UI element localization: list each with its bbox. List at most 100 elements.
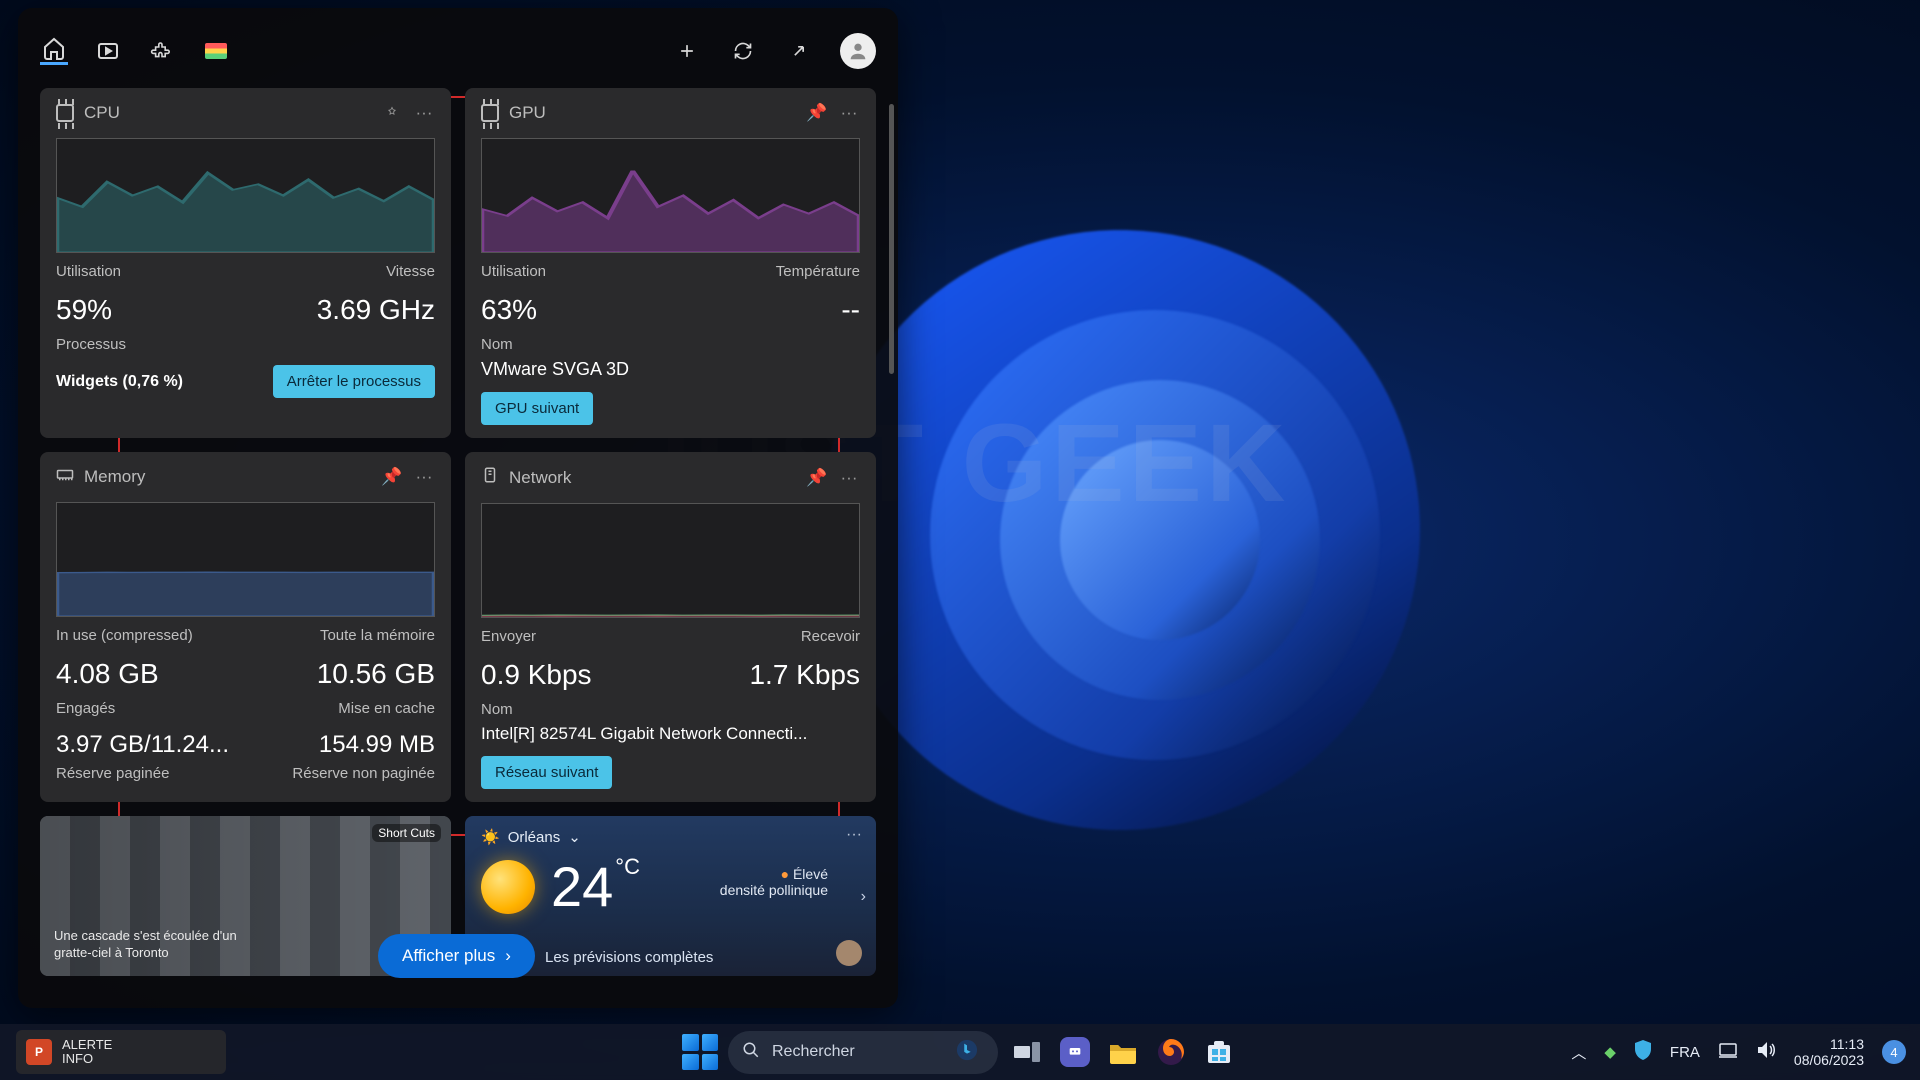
mem-total-value: 10.56 GB	[317, 658, 435, 690]
weather-location: Orléans	[508, 829, 561, 846]
pin-button[interactable]	[381, 102, 403, 124]
expand-button[interactable]	[784, 36, 814, 66]
chat-button[interactable]	[1056, 1033, 1094, 1071]
mem-nonpaged-label: Réserve non paginée	[292, 765, 435, 782]
weather-unit: °C	[615, 854, 640, 879]
pin-button[interactable]: 📌	[806, 102, 828, 124]
powerpoint-icon: P	[26, 1039, 52, 1065]
gpu-name-value: VMware SVGA 3D	[481, 359, 860, 380]
net-recv-value: 1.7 Kbps	[749, 659, 860, 691]
weather-icon: ☀️	[481, 828, 500, 846]
more-button[interactable]: ···	[838, 467, 860, 489]
cpu-util-value: 59%	[56, 294, 112, 326]
chevron-right-icon[interactable]: ›	[861, 888, 866, 906]
file-explorer-button[interactable]	[1104, 1033, 1142, 1071]
next-network-button[interactable]: Réseau suivant	[481, 756, 612, 789]
mem-paged-label: Réserve paginée	[56, 765, 169, 782]
more-button[interactable]: ···	[838, 102, 860, 124]
gpu-util-label: Utilisation	[481, 263, 546, 280]
news-headline: Une cascade s'est écoulée d'un gratte-ci…	[54, 927, 274, 962]
pin-button[interactable]: 📌	[806, 467, 828, 489]
mem-cache-label: Mise en cache	[338, 700, 435, 717]
net-name-label: Nom	[481, 701, 513, 718]
add-widget-button[interactable]	[672, 36, 702, 66]
start-button[interactable]	[682, 1034, 718, 1070]
tray-chevron-icon[interactable]: ︿	[1571, 1042, 1586, 1063]
cpu-title: CPU	[84, 103, 371, 123]
pin-button[interactable]: 📌	[381, 466, 403, 488]
news-badge-title: ALERTE	[62, 1038, 112, 1052]
color-icon[interactable]	[202, 37, 230, 65]
mem-inuse-value: 4.08 GB	[56, 658, 159, 690]
widgets-panel: CPU ··· UtilisationVitesse 59%3.69 GHz P…	[18, 8, 898, 1008]
net-recv-label: Recevoir	[801, 628, 860, 645]
memory-title: Memory	[84, 467, 371, 487]
microsoft-store-button[interactable]	[1200, 1033, 1238, 1071]
network-chart	[481, 503, 860, 618]
puzzle-icon[interactable]	[148, 37, 176, 65]
bing-icon[interactable]	[956, 1039, 978, 1066]
security-icon[interactable]	[1634, 1040, 1652, 1064]
network-tray-icon[interactable]	[1718, 1042, 1738, 1062]
news-badge-sub: INFO	[62, 1052, 112, 1066]
cpu-top-process: Widgets (0,76 %)	[56, 373, 183, 391]
weather-alert-level: Élevé	[793, 866, 828, 882]
chevron-right-icon: ›	[505, 946, 511, 966]
more-button[interactable]: ···	[413, 466, 435, 488]
taskbar-clock[interactable]: 11:13 08/06/2023	[1794, 1036, 1864, 1068]
sun-icon	[481, 860, 535, 914]
mem-cache-value: 154.99 MB	[319, 731, 435, 759]
gpu-temp-value: --	[841, 294, 860, 326]
network-widget: Network 📌 ··· EnvoyerRecevoir 0.9 Kbps1.…	[465, 452, 876, 802]
firefox-button[interactable]	[1152, 1033, 1190, 1071]
gpu-chart	[481, 138, 860, 253]
task-view-button[interactable]	[1008, 1033, 1046, 1071]
language-indicator[interactable]: FRA	[1670, 1044, 1700, 1061]
cpu-widget: CPU ··· UtilisationVitesse 59%3.69 GHz P…	[40, 88, 451, 438]
show-more-button[interactable]: Afficher plus›	[378, 934, 535, 978]
weather-alert-text: densité pollinique	[720, 882, 828, 898]
search-icon	[742, 1041, 760, 1064]
search-placeholder: Rechercher	[772, 1043, 855, 1061]
cpu-util-label: Utilisation	[56, 263, 121, 280]
mem-inuse-label: In use (compressed)	[56, 627, 193, 644]
memory-icon	[56, 467, 74, 487]
video-icon[interactable]	[94, 37, 122, 65]
weather-more-button[interactable]: ···	[846, 826, 862, 844]
network-icon	[481, 466, 499, 489]
net-name-value: Intel[R] 82574L Gigabit Network Connecti…	[481, 724, 860, 744]
tray-app-icon[interactable]: ◆	[1604, 1043, 1616, 1061]
mem-commit-label: Engagés	[56, 700, 115, 717]
news-source-tag: Short Cuts	[372, 824, 441, 842]
notification-count[interactable]: 4	[1882, 1040, 1906, 1064]
weather-earth-icon	[836, 940, 862, 966]
mem-total-label: Toute la mémoire	[320, 627, 435, 644]
profile-avatar[interactable]	[840, 33, 876, 69]
system-tray: ︿ ◆ FRA 11:13 08/06/2023 4	[1571, 1036, 1906, 1068]
cpu-speed-value: 3.69 GHz	[317, 294, 435, 326]
cpu-chart	[56, 138, 435, 253]
gpu-title: GPU	[509, 103, 796, 123]
stop-process-button[interactable]: Arrêter le processus	[273, 365, 435, 398]
memory-chart	[56, 502, 435, 617]
volume-icon[interactable]	[1756, 1041, 1776, 1063]
cpu-icon	[56, 104, 74, 122]
net-send-value: 0.9 Kbps	[481, 659, 592, 691]
next-gpu-button[interactable]: GPU suivant	[481, 392, 593, 425]
memory-widget: Memory 📌 ··· In use (compressed) Toute la…	[40, 452, 451, 802]
home-icon[interactable]	[40, 37, 68, 65]
widgets-scrollbar[interactable]	[889, 104, 894, 374]
gpu-temp-label: Température	[776, 263, 860, 280]
refresh-button[interactable]	[728, 36, 758, 66]
gpu-name-label: Nom	[481, 336, 513, 353]
taskbar-search[interactable]: Rechercher	[728, 1031, 998, 1074]
weather-temp: 24	[551, 855, 613, 918]
gpu-widget: GPU 📌 ··· UtilisationTempérature 63%-- N…	[465, 88, 876, 438]
net-send-label: Envoyer	[481, 628, 536, 645]
weather-forecast-link[interactable]: Les prévisions complètes	[545, 949, 713, 966]
widgets-panel-header	[40, 26, 876, 76]
taskbar-news-badge[interactable]: P ALERTE INFO	[16, 1030, 226, 1074]
mem-commit-value: 3.97 GB/11.24...	[56, 731, 229, 759]
chevron-down-icon[interactable]: ⌄	[568, 828, 581, 846]
more-button[interactable]: ···	[413, 102, 435, 124]
